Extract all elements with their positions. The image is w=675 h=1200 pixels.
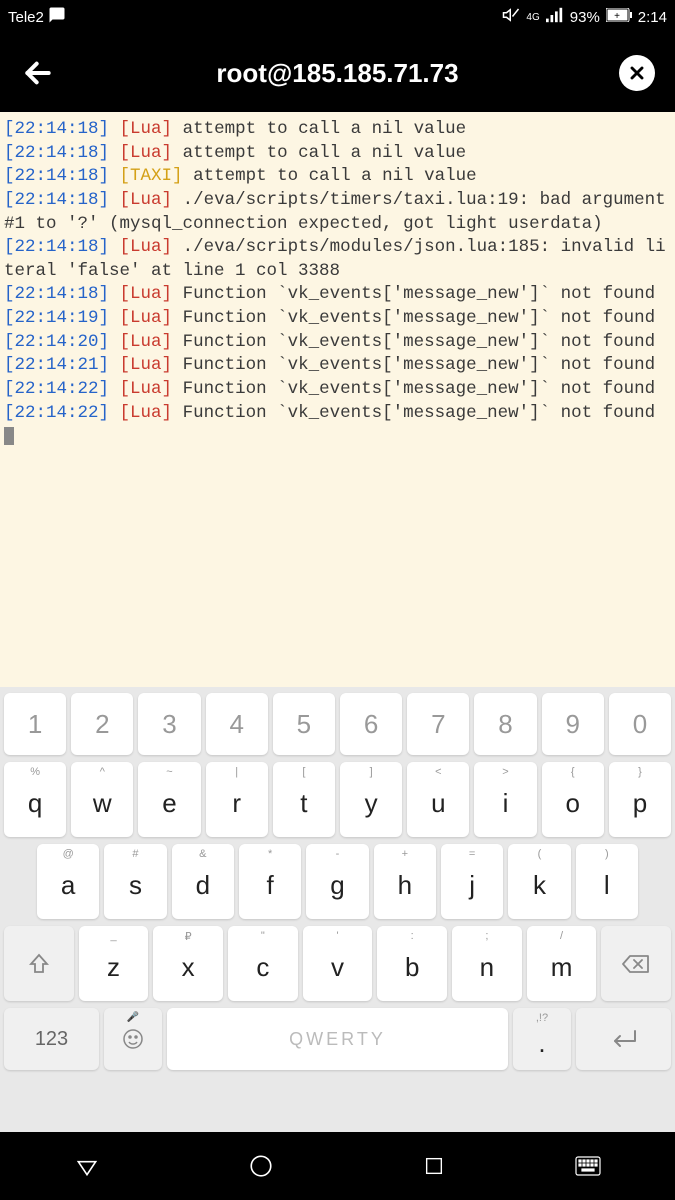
- key-i[interactable]: >i: [474, 762, 536, 837]
- key-l[interactable]: )l: [576, 844, 638, 919]
- key-6[interactable]: 6: [340, 693, 402, 755]
- key-x[interactable]: ₽x: [153, 926, 223, 1001]
- close-button[interactable]: [617, 53, 657, 93]
- key-m[interactable]: /m: [527, 926, 597, 1001]
- terminal-cursor: [4, 427, 14, 445]
- key-s[interactable]: #s: [104, 844, 166, 919]
- svg-text:+: +: [614, 11, 620, 22]
- key-2[interactable]: 2: [71, 693, 133, 755]
- key-9[interactable]: 9: [542, 693, 604, 755]
- key-r[interactable]: |r: [206, 762, 268, 837]
- android-nav-bar: [0, 1132, 675, 1200]
- terminal-line: [22:14:18] [Lua] ./eva/scripts/timers/ta…: [4, 189, 671, 236]
- key-c[interactable]: "c: [228, 926, 298, 1001]
- key-y[interactable]: ]y: [340, 762, 402, 837]
- signal-icon: [546, 7, 564, 27]
- period-key[interactable]: ,!? .: [513, 1008, 571, 1070]
- nav-keyboard-button[interactable]: [563, 1141, 613, 1191]
- notification-icon: [48, 6, 66, 28]
- key-a[interactable]: @a: [37, 844, 99, 919]
- space-key[interactable]: QWERTY: [167, 1008, 508, 1070]
- terminal-line: [22:14:18] [Lua] Function `vk_events['me…: [4, 283, 671, 307]
- key-p[interactable]: }p: [609, 762, 671, 837]
- key-8[interactable]: 8: [474, 693, 536, 755]
- key-u[interactable]: <u: [407, 762, 469, 837]
- key-0[interactable]: 0: [609, 693, 671, 755]
- nav-home-button[interactable]: [236, 1141, 286, 1191]
- key-e[interactable]: ~e: [138, 762, 200, 837]
- time-label: 2:14: [638, 9, 667, 26]
- status-bar: Tele2 4G 93% + 2:14: [0, 0, 675, 34]
- nav-back-button[interactable]: [62, 1141, 112, 1191]
- key-t[interactable]: [t: [273, 762, 335, 837]
- key-j[interactable]: =j: [441, 844, 503, 919]
- key-4[interactable]: 4: [206, 693, 268, 755]
- terminal-output[interactable]: [22:14:18] [Lua] attempt to call a nil v…: [0, 112, 675, 687]
- network-icon: 4G: [526, 12, 539, 23]
- terminal-line: [22:14:18] [TAXI] attempt to call a nil …: [4, 165, 671, 189]
- key-z[interactable]: _z: [79, 926, 149, 1001]
- key-7[interactable]: 7: [407, 693, 469, 755]
- key-k[interactable]: (k: [508, 844, 570, 919]
- emoji-key[interactable]: 🎤: [104, 1008, 162, 1070]
- keyboard: 1234567890 %q^w~e|r[t]y<u>i{o}p @a#s&d*f…: [0, 687, 675, 1132]
- mute-icon: [502, 6, 520, 28]
- carrier-label: Tele2: [8, 9, 44, 26]
- terminal-line: [22:14:18] [Lua] attempt to call a nil v…: [4, 142, 671, 166]
- battery-icon: +: [606, 8, 632, 26]
- key-d[interactable]: &d: [172, 844, 234, 919]
- terminal-line: [22:14:19] [Lua] Function `vk_events['me…: [4, 307, 671, 331]
- terminal-line: [22:14:18] [Lua] ./eva/scripts/modules/j…: [4, 236, 671, 283]
- key-b[interactable]: :b: [377, 926, 447, 1001]
- back-button[interactable]: [18, 53, 58, 93]
- key-1[interactable]: 1: [4, 693, 66, 755]
- enter-key[interactable]: [576, 1008, 671, 1070]
- key-h[interactable]: +h: [374, 844, 436, 919]
- battery-label: 93%: [570, 9, 600, 26]
- terminal-line: [22:14:22] [Lua] Function `vk_events['me…: [4, 402, 671, 426]
- terminal-line: [22:14:18] [Lua] attempt to call a nil v…: [4, 118, 671, 142]
- key-q[interactable]: %q: [4, 762, 66, 837]
- key-3[interactable]: 3: [138, 693, 200, 755]
- symbols-key[interactable]: 123: [4, 1008, 99, 1070]
- backspace-key[interactable]: [601, 926, 671, 1001]
- key-o[interactable]: {o: [542, 762, 604, 837]
- shift-key[interactable]: [4, 926, 74, 1001]
- app-header: root@185.185.71.73: [0, 34, 675, 112]
- nav-recent-button[interactable]: [409, 1141, 459, 1191]
- key-5[interactable]: 5: [273, 693, 335, 755]
- key-f[interactable]: *f: [239, 844, 301, 919]
- key-w[interactable]: ^w: [71, 762, 133, 837]
- key-g[interactable]: -g: [306, 844, 368, 919]
- key-v[interactable]: 'v: [303, 926, 373, 1001]
- terminal-line: [22:14:20] [Lua] Function `vk_events['me…: [4, 331, 671, 355]
- terminal-line: [22:14:22] [Lua] Function `vk_events['me…: [4, 378, 671, 402]
- terminal-line: [22:14:21] [Lua] Function `vk_events['me…: [4, 354, 671, 378]
- page-title: root@185.185.71.73: [58, 58, 617, 89]
- key-n[interactable]: ;n: [452, 926, 522, 1001]
